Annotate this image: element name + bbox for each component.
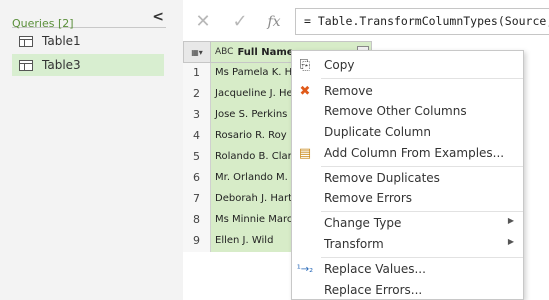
menu-item-remove-errors[interactable]: Remove Errors [292, 187, 523, 209]
formula-input[interactable]: = Table.TransformColumnTypes(Source,{{ [295, 8, 549, 35]
copy-icon: ⎘ [299, 57, 311, 73]
examples-icon: ▤ [298, 145, 312, 161]
menu-item-label: Remove Errors [324, 191, 413, 205]
menu-item-add-column-from-examples[interactable]: ▤ Add Column From Examples... [292, 142, 523, 164]
query-item-label: Table1 [42, 34, 81, 48]
query-item-table3[interactable]: Table3 [12, 54, 164, 76]
table-menu-icon[interactable]: ▦▾ [183, 41, 211, 63]
submenu-arrow-icon: ▶ [507, 216, 514, 225]
query-item-label: Table3 [42, 58, 81, 72]
text-type-icon[interactable]: ABC [215, 47, 233, 57]
menu-item-label: Replace Values... [324, 262, 426, 276]
collapse-pane-icon[interactable]: < [152, 9, 164, 25]
queries-header: Queries [2] < [12, 9, 166, 30]
submenu-arrow-icon: ▶ [507, 237, 514, 246]
table-icon [19, 35, 33, 47]
column-header-label: Full Name [237, 46, 294, 58]
queries-header-label: Queries [2] [12, 17, 74, 30]
row-number[interactable]: 4 [183, 126, 211, 147]
menu-item-copy[interactable]: ⎘ Copy [292, 54, 523, 76]
menu-item-label: Add Column From Examples... [324, 146, 505, 160]
row-number[interactable]: 7 [183, 189, 211, 210]
menu-item-label: Change Type [324, 216, 402, 230]
row-number[interactable]: 1 [183, 63, 211, 84]
menu-item-label: Remove [324, 84, 373, 98]
menu-item-label: Duplicate Column [324, 125, 431, 139]
row-number[interactable]: 5 [183, 147, 211, 168]
menu-item-duplicate-column[interactable]: Duplicate Column [292, 121, 523, 143]
menu-item-replace-values[interactable]: ¹→₂ Replace Values... [292, 258, 523, 280]
table-icon [19, 59, 33, 71]
menu-item-label: Replace Errors... [324, 283, 423, 297]
menu-item-remove-duplicates[interactable]: Remove Duplicates [292, 167, 523, 189]
row-number[interactable]: 2 [183, 84, 211, 105]
menu-item-remove-other-columns[interactable]: Remove Other Columns [292, 100, 523, 122]
menu-item-transform[interactable]: Transform ▶ [292, 233, 523, 255]
menu-item-label: Transform [324, 237, 384, 251]
commit-icon[interactable]: ✓ [223, 8, 257, 35]
row-number[interactable]: 8 [183, 210, 211, 231]
formula-bar: ✕ ✓ fx = Table.TransformColumnTypes(Sour… [183, 7, 549, 36]
menu-separator [321, 78, 523, 79]
menu-item-remove[interactable]: ✖ Remove [292, 80, 523, 102]
menu-item-label: Remove Other Columns [324, 104, 467, 118]
context-menu: ⎘ Copy ✖ Remove Remove Other Columns Dup… [291, 50, 524, 300]
remove-icon: ✖ [299, 83, 311, 99]
replace-values-icon: ¹→₂ [296, 263, 314, 275]
queries-pane: Queries [2] < Table1 Table3 [0, 0, 176, 300]
query-item-table1[interactable]: Table1 [12, 30, 164, 52]
cancel-icon[interactable]: ✕ [186, 8, 220, 35]
menu-item-label: Remove Duplicates [324, 171, 440, 185]
row-number[interactable]: 6 [183, 168, 211, 189]
row-number[interactable]: 9 [183, 231, 211, 252]
menu-item-change-type[interactable]: Change Type ▶ [292, 212, 523, 234]
menu-item-replace-errors[interactable]: Replace Errors... [292, 279, 523, 300]
row-number[interactable]: 3 [183, 105, 211, 126]
fx-icon[interactable]: fx [257, 8, 291, 35]
menu-item-label: Copy [324, 58, 355, 72]
